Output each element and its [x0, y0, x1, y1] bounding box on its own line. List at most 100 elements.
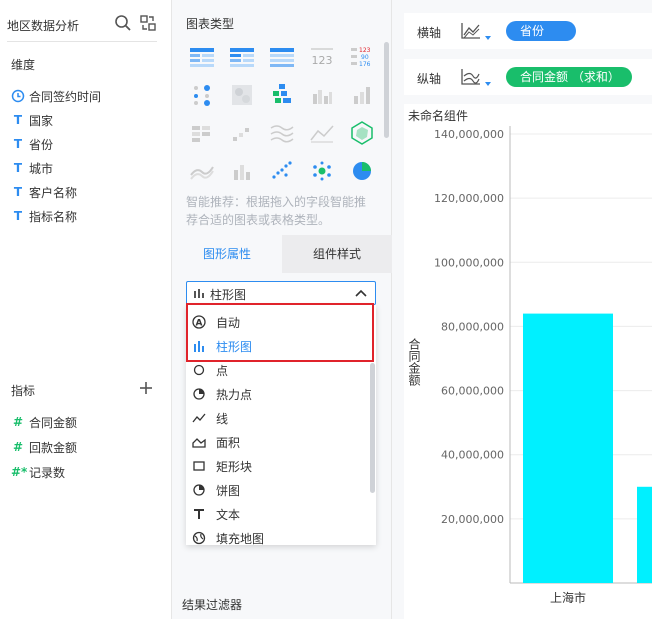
- field-name: 合同签约时间: [29, 89, 102, 104]
- cross-table-icon[interactable]: [267, 42, 297, 72]
- switch-dataset-icon[interactable]: [139, 14, 157, 32]
- option-fill-map[interactable]: 填充地图: [186, 526, 370, 545]
- measure-field[interactable]: # 合同金额: [11, 412, 77, 432]
- highlight-annotation: [186, 303, 374, 362]
- x-axis-field-pill[interactable]: 省份: [506, 21, 576, 41]
- chart-type-scrollbar[interactable]: [384, 42, 389, 138]
- field-name: 城市: [29, 161, 54, 176]
- pie-chart-icon[interactable]: [347, 156, 377, 186]
- dataset-title: 地区数据分析: [7, 19, 80, 33]
- chart-name: 未命名组件: [408, 109, 469, 123]
- property-tabs: 图形属性 组件样式: [172, 235, 392, 273]
- option-label: 饼图: [216, 483, 241, 498]
- y-axis-title: 合同金额: [407, 337, 421, 387]
- dimensions-label: 维度: [11, 58, 36, 72]
- stream-line-icon[interactable]: [187, 156, 217, 186]
- waterfall-icon[interactable]: [187, 118, 217, 148]
- pie-icon: [193, 484, 205, 496]
- text-type-icon: T: [13, 161, 23, 175]
- dimension-field[interactable]: T 国家: [11, 110, 53, 130]
- scatter-icon[interactable]: [267, 156, 297, 186]
- field-name: 记录数: [29, 465, 66, 480]
- table-chart-icon[interactable]: [187, 42, 217, 72]
- field-name: 回款金额: [29, 440, 78, 455]
- x-axis-chart-type-icon[interactable]: [460, 21, 492, 41]
- y-axis-shelf[interactable]: 纵轴 合同金额 （求和）: [404, 59, 652, 95]
- bar: [523, 313, 613, 583]
- field-name: 省份: [29, 137, 54, 152]
- option-label: 填充地图: [216, 531, 265, 546]
- line-icon: [192, 413, 206, 423]
- heatmap-icon[interactable]: [227, 80, 257, 110]
- tab-component-style[interactable]: 组件样式: [282, 235, 392, 273]
- calculated-number-icon: #*: [11, 465, 28, 479]
- y-tick-label: 20,000,000: [441, 513, 504, 526]
- stacked-bar-icon[interactable]: [347, 80, 377, 110]
- multi-line-icon[interactable]: [267, 118, 297, 148]
- bar-line-icon[interactable]: [227, 156, 257, 186]
- svg-text:123: 123: [359, 47, 371, 54]
- data-panel: 地区数据分析 维度 合同签约时间 T 国家 T 省份 T 城市 T 客户名称 T…: [0, 0, 172, 619]
- measure-field[interactable]: # 回款金额: [11, 437, 77, 457]
- option-rect[interactable]: 矩形块: [186, 454, 370, 478]
- y-tick-label: 120,000,000: [434, 192, 504, 205]
- svg-text:90: 90: [361, 54, 369, 61]
- y-tick-label: 60,000,000: [441, 385, 504, 398]
- text-type-icon: T: [13, 137, 23, 151]
- y-axis-field-pill[interactable]: 合同金额 （求和）: [506, 67, 632, 87]
- text-type-icon: T: [13, 113, 23, 127]
- group-table-icon[interactable]: [227, 42, 257, 72]
- bubble-icon[interactable]: [307, 156, 337, 186]
- y-axis-chart-type-icon[interactable]: [460, 67, 492, 87]
- dropdown-scrollbar[interactable]: [370, 363, 375, 493]
- dot-matrix-icon[interactable]: [187, 80, 217, 110]
- dimension-field[interactable]: 合同签约时间: [11, 86, 101, 106]
- option-label: 文本: [216, 507, 241, 522]
- option-text[interactable]: 文本: [186, 502, 370, 526]
- rect-icon: [193, 461, 205, 471]
- dot-icon: [193, 364, 205, 376]
- x-axis-shelf[interactable]: 横轴 省份: [404, 13, 652, 49]
- add-icon[interactable]: [138, 380, 154, 396]
- option-label: 矩形块: [216, 459, 253, 474]
- multi-kpi-icon[interactable]: 123 90 176: [347, 42, 377, 72]
- option-label: 热力点: [216, 387, 253, 402]
- grouped-bar-icon[interactable]: [307, 80, 337, 110]
- tab-graphic-properties[interactable]: 图形属性: [172, 235, 282, 273]
- option-label: 面积: [216, 435, 241, 450]
- svg-text:176: 176: [359, 61, 371, 68]
- scatter-step-icon[interactable]: [227, 118, 257, 148]
- fill-map-icon: [192, 531, 206, 545]
- field-name: 指标名称: [29, 209, 78, 224]
- option-line[interactable]: 线: [186, 406, 370, 430]
- option-pie[interactable]: 饼图: [186, 478, 370, 502]
- chevron-up-icon: [355, 289, 367, 297]
- area-chart-icon[interactable]: [307, 118, 337, 148]
- result-filter-label: 结果过滤器: [182, 598, 243, 612]
- clock-icon: [11, 89, 25, 103]
- svg-text:123: 123: [312, 54, 333, 67]
- option-area[interactable]: 面积: [186, 430, 370, 454]
- y-axis-label: 纵轴: [417, 72, 442, 86]
- dataset-header: 地区数据分析: [7, 10, 157, 42]
- field-name: 合同金额: [29, 415, 78, 430]
- matrix-block-icon[interactable]: [267, 80, 297, 110]
- chart-type-select[interactable]: 柱形图: [186, 281, 376, 305]
- dimension-field[interactable]: T 指标名称: [11, 206, 77, 226]
- y-tick-label: 80,000,000: [441, 320, 504, 333]
- option-heat-dot[interactable]: 热力点: [186, 382, 370, 406]
- x-tick-label: 上海市: [550, 590, 586, 605]
- dimension-field[interactable]: T 省份: [11, 134, 53, 154]
- dimension-field[interactable]: T 城市: [11, 158, 53, 178]
- dimension-field[interactable]: T 客户名称: [11, 182, 77, 202]
- kpi-number-icon[interactable]: 123: [307, 42, 337, 72]
- field-name: 客户名称: [29, 185, 78, 200]
- measure-field[interactable]: #* 记录数: [11, 462, 65, 482]
- chart-canvas: 20,000,000 40,000,000 60,000,000 80,000,000…: [404, 104, 652, 619]
- measures-label: 指标: [11, 384, 36, 398]
- field-name: 国家: [29, 113, 54, 128]
- radar-icon[interactable]: [347, 118, 377, 148]
- bar: [637, 486, 652, 583]
- selected-chart-type: 柱形图: [210, 288, 247, 302]
- search-icon[interactable]: [114, 14, 132, 32]
